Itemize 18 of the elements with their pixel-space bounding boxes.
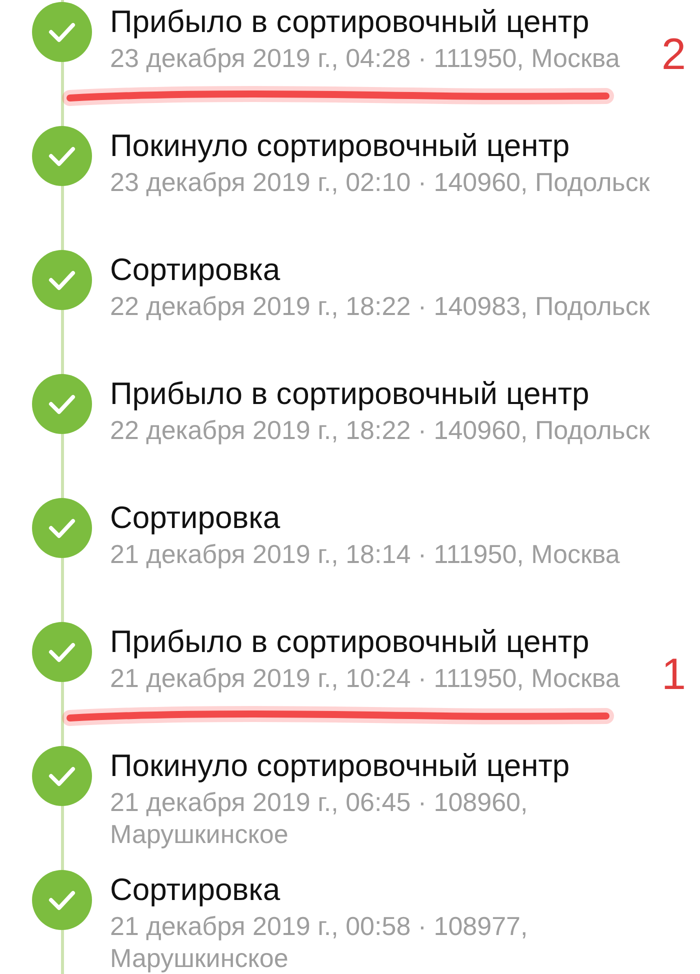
event-details: 23 декабря 2019 г., 04:28 · 111950, Москва <box>110 42 620 74</box>
event-title: Сортировка <box>110 252 282 288</box>
event-title: Сортировка <box>110 500 282 536</box>
event-details: 21 декабря 2019 г., 10:24 · 111950, Москва <box>110 662 620 694</box>
event-details: 21 декабря 2019 г., 18:14 · 111950, Москва <box>110 538 620 570</box>
event-details: 23 декабря 2019 г., 02:10 · 140960, Подольск <box>110 166 650 198</box>
event-details: 22 декабря 2019 г., 18:22 · 140983, Подольск <box>110 290 650 322</box>
annotation-number: 1 <box>662 650 686 700</box>
event-details: 21 декабря 2019 г., 06:45 · 108960, Марушкинское <box>110 786 529 850</box>
event-details: 22 декабря 2019 г., 18:22 · 140960, Подольск <box>110 414 650 446</box>
event-title: Покинуло сортировочный центр <box>110 128 571 164</box>
event-title: Прибыло в сортировочный центр <box>110 376 590 412</box>
event-title: Покинуло сортировочный центр <box>110 748 571 784</box>
annotation-number: 2 <box>662 30 686 80</box>
event-title: Прибыло в сортировочный центр <box>110 624 590 660</box>
event-title: Сортировка <box>110 872 282 908</box>
event-details: 21 декабря 2019 г., 00:58 · 108977, Марушкинское <box>110 910 529 974</box>
event-title: Прибыло в сортировочный центр <box>110 4 590 40</box>
